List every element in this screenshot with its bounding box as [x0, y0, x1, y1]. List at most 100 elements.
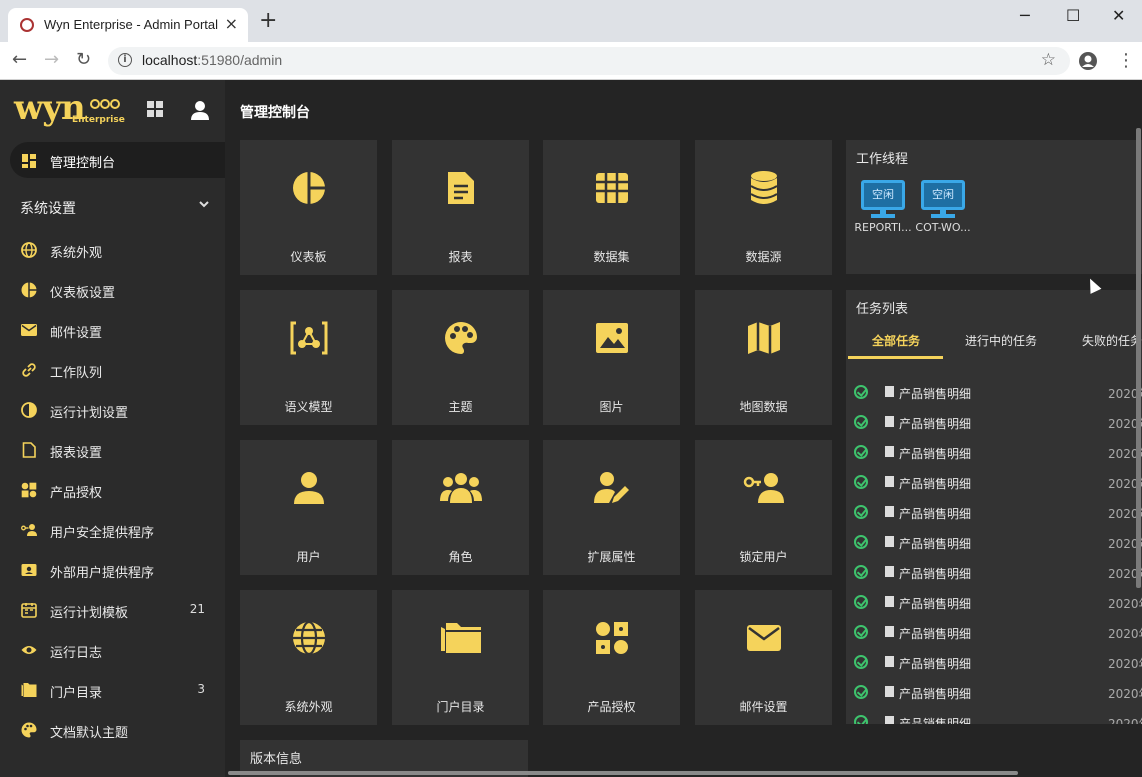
sidebar-item[interactable]: 运行日志: [0, 630, 225, 670]
roles-icon: [439, 471, 482, 509]
admin-card[interactable]: 邮件设置: [695, 590, 832, 725]
sidebar-item[interactable]: 工作队列: [0, 350, 225, 390]
admin-card[interactable]: 主题: [392, 290, 529, 425]
task-row[interactable]: 产品销售明细2020年: [846, 558, 1142, 588]
sidebar: wyn Enterprise 管理控制台 系统设置 系统外观仪表板设置邮件设置工…: [0, 80, 225, 777]
task-name: 产品销售明细: [899, 567, 972, 581]
sidebar-item[interactable]: 外部用户提供程序: [0, 550, 225, 590]
task-row[interactable]: 产品销售明细2020年: [846, 708, 1142, 724]
url-text[interactable]: localhost:51980/admin: [142, 52, 282, 68]
worker-item[interactable]: 空闲 COT-WO...: [912, 180, 974, 234]
sidebar-item-count: 3: [197, 682, 205, 696]
profile-icon[interactable]: [1078, 51, 1098, 71]
pie-chart-icon: [21, 282, 37, 298]
task-row[interactable]: 产品销售明细2020年: [846, 438, 1142, 468]
favicon-icon: [20, 18, 34, 32]
page-title: 管理控制台: [240, 105, 310, 121]
task-row[interactable]: 产品销售明细2020年: [846, 618, 1142, 648]
admin-card[interactable]: 语义模型: [240, 290, 377, 425]
task-row[interactable]: 产品销售明细2020年: [846, 468, 1142, 498]
maximize-button[interactable]: ☐: [1066, 6, 1080, 25]
close-window-button[interactable]: ✕: [1112, 6, 1125, 25]
sidebar-item[interactable]: 邮件设置: [0, 310, 225, 350]
admin-card[interactable]: 报表: [392, 140, 529, 275]
mail-icon: [21, 322, 37, 338]
admin-card[interactable]: 仪表板: [240, 140, 377, 275]
vertical-scrollbar[interactable]: [1136, 128, 1141, 588]
wyn-logo: wyn Enterprise: [14, 88, 125, 128]
contact-card-icon: [21, 562, 37, 578]
admin-card-label: 数据源: [745, 250, 782, 264]
tab-close-icon[interactable]: ×: [225, 14, 238, 33]
bookmark-star-icon[interactable]: ☆: [1041, 50, 1056, 70]
task-name: 产品销售明细: [899, 387, 972, 401]
browser-tab[interactable]: Wyn Enterprise - Admin Portal ×: [8, 8, 248, 42]
worker-item[interactable]: 空闲 REPORTI...: [852, 180, 914, 234]
sidebar-item[interactable]: 运行计划模板 21: [0, 590, 225, 630]
new-tab-button[interactable]: +: [259, 10, 277, 32]
task-name: 产品销售明细: [899, 537, 972, 551]
chevron-down-icon[interactable]: [198, 198, 210, 213]
sidebar-item-label: 系统外观: [50, 246, 103, 261]
task-name: 产品销售明细: [899, 507, 972, 521]
task-row[interactable]: 产品销售明细2020年: [846, 648, 1142, 678]
admin-card[interactable]: 扩展属性: [543, 440, 680, 575]
document-icon: [885, 476, 894, 487]
sidebar-item-label: 仪表板设置: [50, 286, 116, 301]
document-icon: [885, 416, 894, 427]
apps-grid-icon[interactable]: [146, 100, 164, 118]
document-icon: [885, 536, 894, 547]
sidebar-item[interactable]: 系统外观: [0, 230, 225, 270]
admin-card[interactable]: 系统外观: [240, 590, 377, 725]
admin-card[interactable]: 图片: [543, 290, 680, 425]
admin-card[interactable]: 角色: [392, 440, 529, 575]
back-icon[interactable]: ←: [12, 50, 27, 70]
license-icon: [21, 482, 37, 498]
check-circle-icon: [854, 385, 868, 399]
sidebar-item[interactable]: 仪表板设置: [0, 270, 225, 310]
address-bar[interactable]: i localhost:51980/admin ☆: [108, 47, 1070, 75]
sidebar-item[interactable]: 用户安全提供程序: [0, 510, 225, 550]
admin-card[interactable]: 锁定用户: [695, 440, 832, 575]
sidebar-item[interactable]: 报表设置: [0, 430, 225, 470]
task-date: 2020年: [1108, 657, 1142, 671]
mail-icon: [746, 623, 782, 657]
task-row[interactable]: 产品销售明细2020年: [846, 498, 1142, 528]
sidebar-item[interactable]: 运行计划设置: [0, 390, 225, 430]
task-row[interactable]: 产品销售明细2020年: [846, 408, 1142, 438]
task-row[interactable]: 产品销售明细2020年: [846, 678, 1142, 708]
sidebar-item[interactable]: 产品授权: [0, 470, 225, 510]
tab-failed-tasks[interactable]: 失败的任务: [1082, 332, 1142, 349]
datasource-icon: [749, 170, 779, 210]
document-icon: [885, 566, 894, 577]
admin-card[interactable]: 数据集: [543, 140, 680, 275]
document-icon: [885, 446, 894, 457]
tab-running-tasks[interactable]: 进行中的任务: [965, 332, 1037, 349]
check-circle-icon: [854, 595, 868, 609]
system-settings-section[interactable]: 系统设置: [20, 198, 210, 218]
admin-card[interactable]: 数据源: [695, 140, 832, 275]
admin-card[interactable]: 用户: [240, 440, 377, 575]
sidebar-item[interactable]: 文档默认主题: [0, 710, 225, 750]
admin-card[interactable]: 产品授权: [543, 590, 680, 725]
forward-icon[interactable]: →: [44, 50, 59, 70]
monitor-icon: 空闲: [861, 180, 905, 210]
admin-card-label: 仪表板: [290, 250, 327, 264]
task-row[interactable]: 产品销售明细2020年: [846, 588, 1142, 618]
sidebar-item-admin-console[interactable]: 管理控制台: [10, 142, 225, 178]
site-info-icon[interactable]: i: [118, 53, 132, 67]
reload-icon[interactable]: ↻: [76, 50, 91, 70]
browser-menu-icon[interactable]: ⋮: [1117, 50, 1135, 71]
admin-card[interactable]: 门户目录: [392, 590, 529, 725]
minimize-button[interactable]: ─: [1020, 6, 1030, 25]
tab-all-tasks[interactable]: 全部任务: [872, 332, 920, 349]
folder-icon: [21, 682, 37, 698]
horizontal-scrollbar[interactable]: [228, 771, 1018, 775]
task-row[interactable]: 产品销售明细2020年: [846, 528, 1142, 558]
check-circle-icon: [854, 535, 868, 549]
user-account-icon[interactable]: [190, 100, 210, 120]
admin-card[interactable]: 地图数据: [695, 290, 832, 425]
task-row[interactable]: 产品销售明细2020年: [846, 378, 1142, 408]
sidebar-item[interactable]: 门户目录 3: [0, 670, 225, 710]
link-icon: [21, 362, 37, 378]
